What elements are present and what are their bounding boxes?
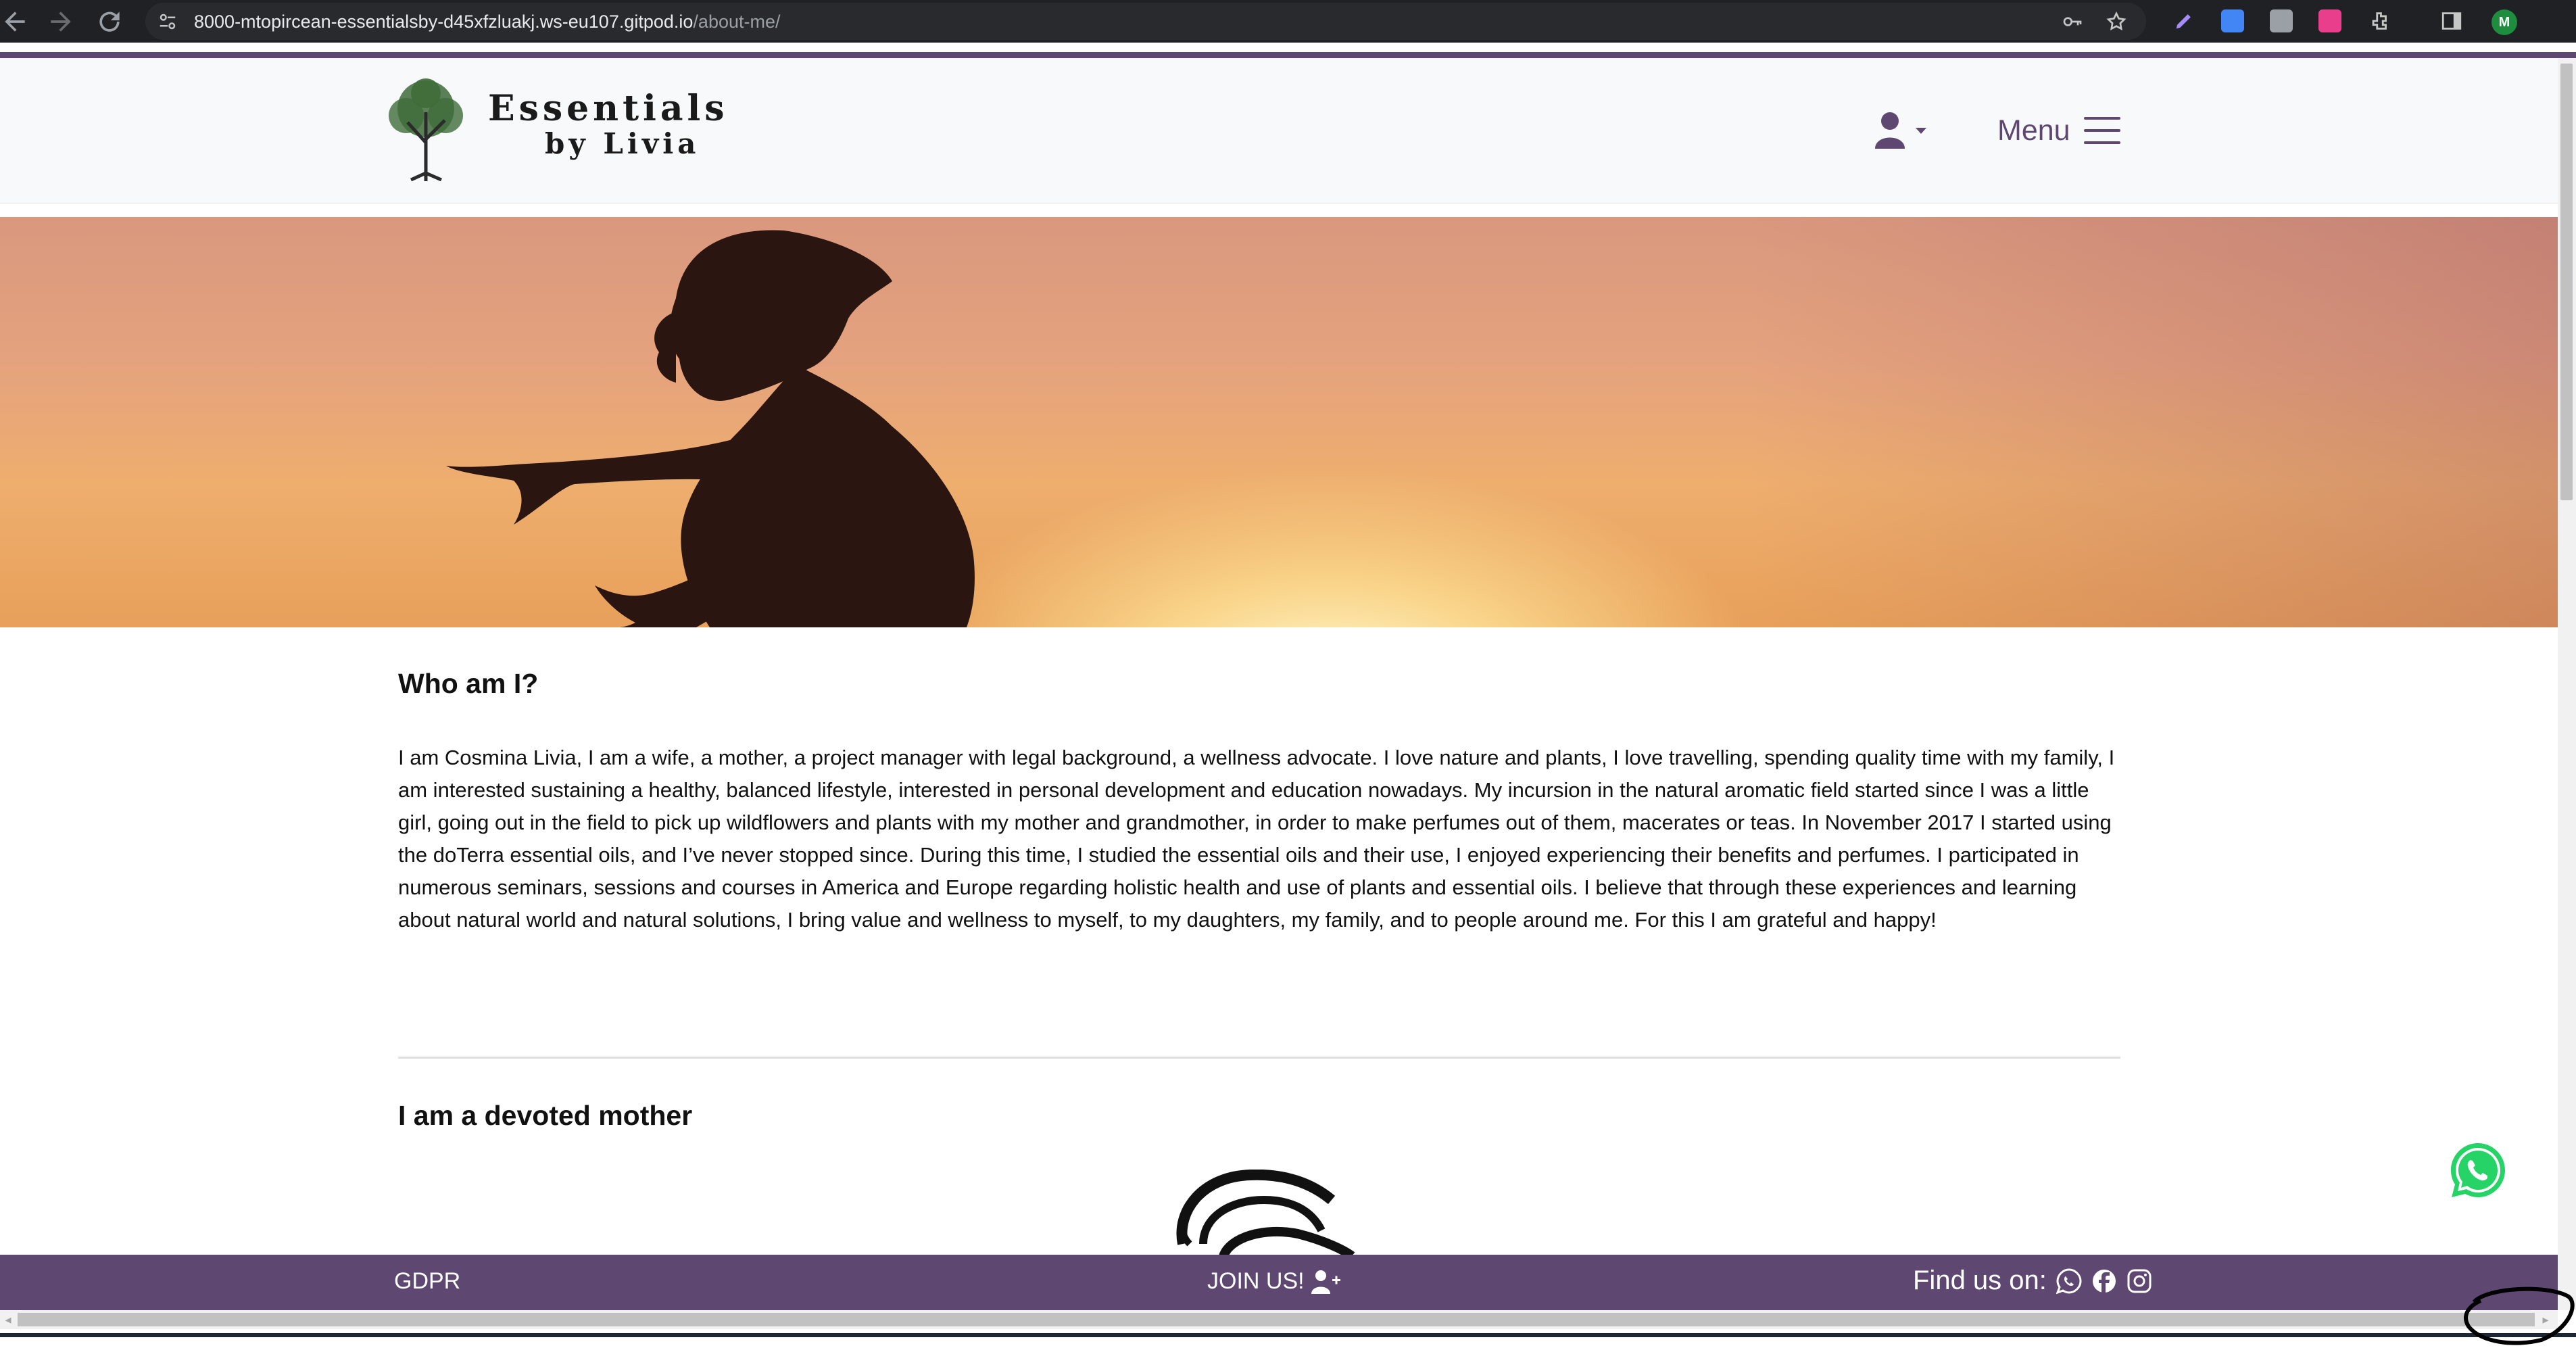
site-header: Essentials by Livia Menu: [0, 58, 2558, 203]
window-bottom-edge: [0, 1329, 2576, 1348]
hero-banner-image: [0, 217, 2558, 627]
k-extension-icon[interactable]: [2318, 9, 2341, 32]
menu-label: Menu: [1997, 114, 2070, 147]
logo-text-line1[interactable]: Essentials: [488, 88, 729, 129]
scroll-left-arrow-icon[interactable]: ◂: [1, 1313, 15, 1326]
taskbar-edge: [0, 1333, 2576, 1337]
section-divider: [398, 1057, 2120, 1059]
key-icon[interactable]: [2062, 11, 2083, 32]
side-panel-icon[interactable]: [2440, 9, 2463, 32]
site-info-icon[interactable]: [157, 11, 178, 32]
mother-illustration-image: [1176, 1170, 1355, 1256]
woman-silhouette: [446, 230, 975, 627]
horizontal-scrollbar-thumb[interactable]: [18, 1313, 2535, 1326]
menu-button[interactable]: Menu: [1997, 112, 2120, 149]
vertical-scrollbar-thumb[interactable]: [2560, 64, 2573, 500]
star-icon[interactable]: [2106, 11, 2127, 32]
about-paragraph: I am Cosmina Livia, I am a wife, a mothe…: [398, 746, 2115, 932]
whatsapp-float-button[interactable]: [2448, 1140, 2508, 1200]
reload-icon[interactable]: [95, 7, 124, 37]
back-arrow-icon[interactable]: [0, 7, 30, 37]
caret-down-icon: [1916, 128, 1926, 134]
instagram-icon[interactable]: [2127, 1268, 2152, 1294]
logo-text-line2[interactable]: by Livia: [545, 127, 700, 160]
pen-extension-icon[interactable]: [2172, 9, 2195, 32]
user-plus-icon: [1311, 1270, 1340, 1294]
forward-arrow-icon[interactable]: [46, 7, 76, 37]
section-heading-who-am-i: Who am I?: [398, 668, 539, 699]
hamburger-icon: [2083, 117, 2120, 144]
tree-logo-icon[interactable]: [381, 78, 472, 181]
join-us-link[interactable]: JOIN US!: [1207, 1268, 1341, 1295]
extension-icon[interactable]: [2270, 9, 2293, 32]
join-us-label: JOIN US!: [1207, 1268, 1305, 1294]
section-heading-devoted-mother: I am a devoted mother: [398, 1100, 693, 1131]
puzzle-icon[interactable]: [2368, 9, 2391, 32]
address-bar[interactable]: 8000-mtopircean-essentialsby-d45xfzluakj…: [145, 3, 2146, 40]
top-accent-bar: [0, 52, 2576, 58]
facebook-icon[interactable]: [2091, 1268, 2117, 1294]
whatsapp-icon[interactable]: [2056, 1268, 2082, 1294]
annotation-circle: [2464, 1286, 2575, 1345]
account-dropdown-button[interactable]: [1875, 111, 1929, 149]
profile-avatar[interactable]: M: [2492, 9, 2517, 35]
find-us-label: Find us on:: [1913, 1266, 2047, 1295]
url-text: 8000-mtopircean-essentialsby-d45xfzluakj…: [194, 11, 781, 32]
social-links: Find us on:: [1913, 1266, 2152, 1296]
browser-toolbar: 8000-mtopircean-essentialsby-d45xfzluakj…: [0, 0, 2576, 43]
translate-extension-icon[interactable]: [2221, 9, 2244, 32]
gdpr-link[interactable]: GDPR: [394, 1268, 460, 1295]
site-footer: GDPR JOIN US! Find us on:: [0, 1255, 2558, 1310]
user-icon: [1875, 112, 1905, 149]
